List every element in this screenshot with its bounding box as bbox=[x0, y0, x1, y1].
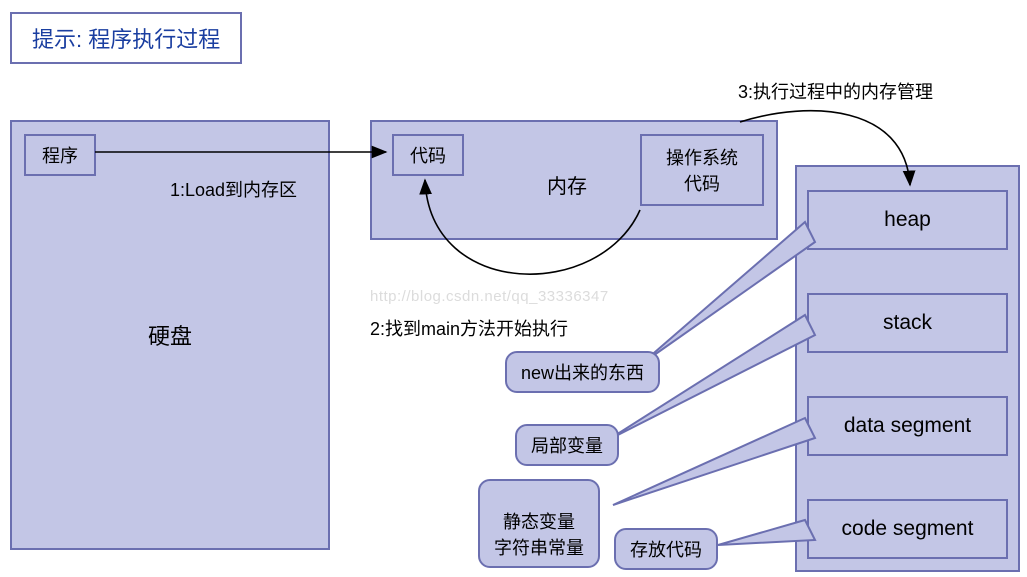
bubble-heap-text: new出来的东西 bbox=[521, 363, 644, 383]
code-label: 代码 bbox=[410, 142, 446, 168]
bubble-data: 静态变量 字符串常量 bbox=[478, 479, 600, 568]
disk-label: 硬盘 bbox=[148, 319, 192, 351]
watermark: http://blog.csdn.net/qq_33336347 bbox=[370, 288, 609, 305]
bubble-stack: 局部变量 bbox=[515, 424, 619, 466]
memory-box: 代码 内存 操作系统 代码 bbox=[370, 120, 778, 240]
step-3-label: 3:执行过程中的内存管理 bbox=[738, 78, 933, 104]
data-label: data segment bbox=[844, 414, 971, 438]
os-code-label: 操作系统 代码 bbox=[666, 144, 738, 196]
title-text: 提示: 程序执行过程 bbox=[32, 27, 220, 52]
step-1-label: 1:Load到内存区 bbox=[170, 176, 297, 202]
stack-segment: stack bbox=[807, 293, 1008, 353]
heap-segment: heap bbox=[807, 190, 1008, 250]
step-2-label: 2:找到main方法开始执行 bbox=[370, 315, 568, 341]
bubble-code: 存放代码 bbox=[614, 528, 718, 570]
heap-label: heap bbox=[884, 208, 931, 232]
code-segment: code segment bbox=[807, 499, 1008, 559]
bubble-stack-text: 局部变量 bbox=[531, 436, 603, 456]
program-box: 程序 bbox=[24, 134, 96, 176]
memory-label: 内存 bbox=[547, 170, 587, 199]
code-seg-label: code segment bbox=[842, 517, 974, 541]
code-box: 代码 bbox=[392, 134, 464, 176]
bubble-data-text: 静态变量 字符串常量 bbox=[494, 512, 584, 558]
title-box: 提示: 程序执行过程 bbox=[10, 12, 242, 64]
bubble-heap: new出来的东西 bbox=[505, 351, 660, 393]
os-code-box: 操作系统 代码 bbox=[640, 134, 764, 206]
stack-label: stack bbox=[883, 311, 932, 335]
data-segment: data segment bbox=[807, 396, 1008, 456]
bubble-code-text: 存放代码 bbox=[630, 540, 702, 560]
program-label: 程序 bbox=[42, 142, 78, 168]
